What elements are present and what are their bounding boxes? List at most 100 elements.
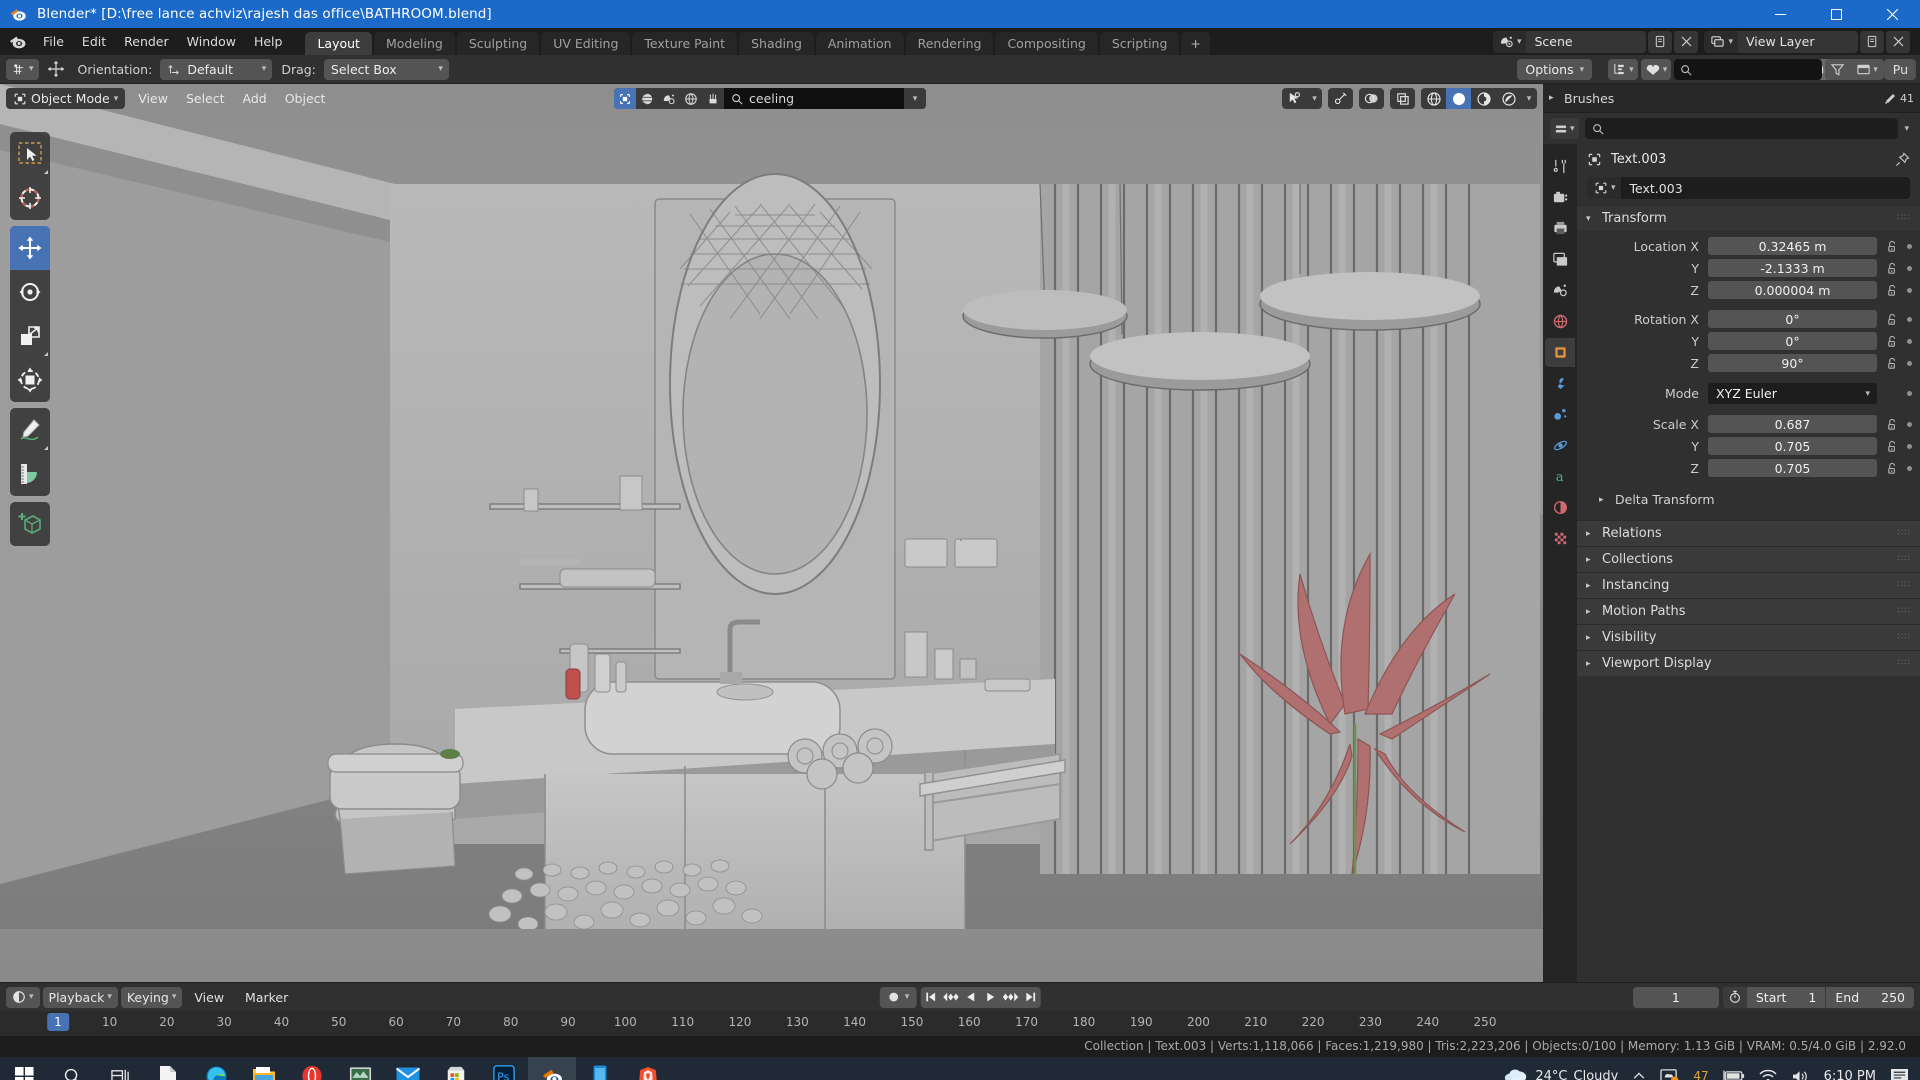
filter-object-icon[interactable] — [614, 88, 636, 109]
battery-tray-icon[interactable] — [1716, 1057, 1752, 1080]
workspace-tab-shading[interactable]: Shading — [739, 32, 814, 55]
properties-editor-type-dropdown[interactable]: ▾ — [1550, 118, 1579, 139]
photoshop-taskbar-item[interactable]: Ps — [480, 1057, 528, 1080]
interaction-mode-dropdown[interactable]: Object Mode ▾ — [6, 88, 126, 109]
value-location-y[interactable]: -2.1333 m — [1708, 259, 1877, 277]
view-layer-selector[interactable]: ▾ View Layer — [1704, 30, 1910, 53]
file-explorer-taskbar-item[interactable] — [240, 1057, 288, 1080]
outliner-filter-id-dropdown[interactable]: ▾ — [1640, 59, 1672, 80]
properties-tab-texture[interactable] — [1545, 524, 1575, 553]
panel-collapse-icon[interactable]: ▾ — [1586, 214, 1595, 224]
toggle-xray-icon[interactable] — [1359, 88, 1384, 109]
outliner-filter-icon[interactable] — [1825, 59, 1850, 80]
viewport-xray-group[interactable] — [1359, 88, 1384, 109]
properties-tab-particles[interactable] — [1545, 400, 1575, 429]
current-frame-input[interactable]: 1 — [1632, 986, 1719, 1008]
shading-material-preview-icon[interactable] — [1471, 88, 1496, 109]
view-layer-name-field[interactable]: View Layer — [1738, 30, 1858, 53]
timeline-playhead[interactable]: 1 — [47, 1013, 69, 1031]
properties-tab-tool[interactable] — [1545, 152, 1575, 181]
workspace-tab-scripting[interactable]: Scripting — [1099, 32, 1180, 55]
value-rotation-x[interactable]: 0° — [1708, 310, 1877, 328]
viewport-menu-view[interactable]: View — [129, 88, 177, 109]
tool-expand-corner[interactable] — [44, 170, 48, 174]
3d-viewport-canvas[interactable] — [0, 84, 1543, 982]
timeline-menu-view[interactable]: View — [185, 987, 233, 1008]
blender-menu-logo-icon[interactable] — [0, 28, 34, 55]
properties-tab-modifiers[interactable] — [1545, 369, 1575, 398]
clock[interactable]: 6:10 PM — [1817, 1057, 1883, 1080]
menu-render[interactable]: Render — [115, 28, 178, 55]
expand-icon[interactable]: ▸ — [1586, 529, 1595, 539]
panel-drag-grip[interactable]: ∷∷ — [1898, 581, 1911, 590]
jump-to-start-button[interactable] — [920, 987, 940, 1008]
filter-globe-icon[interactable] — [680, 88, 702, 109]
timeline-menu-playback[interactable]: Playback ▾ — [42, 986, 118, 1008]
frame-end-field[interactable]: End 250 — [1826, 987, 1914, 1008]
workspace-tab-uv-editing[interactable]: UV Editing — [541, 32, 631, 55]
timeline-editor-type-dropdown[interactable]: ▾ — [6, 986, 40, 1008]
auto-keying-toggle[interactable]: ▾ — [879, 986, 917, 1008]
show-gizmo-icon[interactable] — [1282, 88, 1307, 109]
action-center-button[interactable] — [1883, 1057, 1916, 1080]
show-overlays-icon[interactable] — [1328, 88, 1353, 109]
mail-taskbar-item[interactable] — [384, 1057, 432, 1080]
properties-tab-view-layer[interactable] — [1545, 245, 1575, 274]
value-scale-x[interactable]: 0.687 — [1708, 415, 1877, 433]
tool-scale[interactable] — [10, 314, 50, 358]
lock-rotation-z[interactable] — [1877, 357, 1912, 370]
expand-icon[interactable]: ▸ — [1586, 633, 1595, 643]
play-reverse-button[interactable] — [960, 987, 980, 1008]
volume-tray-icon[interactable] — [1784, 1057, 1817, 1080]
active-tool-icon-button[interactable]: ▾ — [6, 58, 39, 80]
new-scene-button[interactable] — [1648, 30, 1673, 53]
tool-transform[interactable] — [10, 358, 50, 402]
use-preview-range-icon[interactable] — [1722, 986, 1747, 1008]
panel-drag-grip[interactable]: ∷∷ — [1898, 214, 1911, 223]
animate-rotation-mode[interactable] — [1877, 391, 1912, 396]
viewport-search-dropdown-chevron-icon[interactable]: ▾ — [904, 88, 926, 109]
subpanel-delta-transform[interactable]: ▸ Delta Transform — [1577, 487, 1920, 512]
value-rotation-mode[interactable]: XYZ Euler ▾ — [1708, 383, 1877, 404]
viewport-visibility-group[interactable]: ▾ — [1282, 88, 1322, 109]
expand-icon[interactable]: ▸ — [1586, 607, 1595, 617]
menu-help[interactable]: Help — [245, 28, 292, 55]
properties-search-input[interactable] — [1584, 118, 1899, 139]
properties-tab-material[interactable] — [1545, 493, 1575, 522]
expand-icon[interactable]: ▸ — [1586, 581, 1595, 591]
lock-scale-z[interactable] — [1877, 462, 1912, 475]
drag-dropdown[interactable]: Select Box ▾ — [323, 58, 449, 80]
jump-to-prev-keyframe-button[interactable] — [940, 987, 960, 1008]
notification-count-badge[interactable]: 47 — [1686, 1057, 1715, 1080]
filter-scene-icon[interactable] — [658, 88, 680, 109]
menu-file[interactable]: File — [34, 28, 73, 55]
properties-tab-render[interactable] — [1545, 183, 1575, 212]
workspace-tab-texture-paint[interactable]: Texture Paint — [632, 32, 738, 55]
minimize-button[interactable] — [1752, 0, 1808, 28]
animate-dot[interactable] — [1907, 391, 1912, 396]
lock-scale-y[interactable] — [1877, 440, 1912, 453]
workspace-tab-sculpting[interactable]: Sculpting — [456, 32, 540, 55]
panel-drag-grip[interactable]: ∷∷ — [1898, 607, 1911, 616]
play-button[interactable] — [980, 987, 1000, 1008]
properties-tab-world[interactable] — [1545, 307, 1575, 336]
frame-start-field[interactable]: Start 1 — [1747, 986, 1827, 1008]
menu-edit[interactable]: Edit — [73, 28, 115, 55]
properties-tab-object[interactable] — [1545, 338, 1575, 367]
expand-icon[interactable]: ▸ — [1586, 555, 1595, 565]
shading-rendered-icon[interactable] — [1496, 88, 1521, 109]
workspace-tab-layout[interactable]: Layout — [305, 32, 372, 55]
workspace-tab-modeling[interactable]: Modeling — [373, 32, 455, 55]
notepad-taskbar-item[interactable] — [144, 1057, 192, 1080]
maximize-button[interactable] — [1808, 0, 1864, 28]
tool-cursor[interactable] — [10, 176, 50, 220]
show-hidden-icons-button[interactable] — [1625, 1057, 1653, 1080]
blender-taskbar-item[interactable] — [528, 1057, 576, 1080]
search-taskbar-button[interactable] — [48, 1057, 96, 1080]
tool-measure[interactable] — [10, 452, 50, 496]
orientation-dropdown[interactable]: Default ▾ — [160, 58, 273, 80]
panel-header-motion-paths[interactable]: ▸ Motion Paths ∷∷ — [1577, 598, 1920, 624]
shading-solid-icon[interactable] — [1446, 88, 1471, 109]
value-rotation-z[interactable]: 90° — [1708, 354, 1877, 372]
lock-location-y[interactable] — [1877, 262, 1912, 275]
